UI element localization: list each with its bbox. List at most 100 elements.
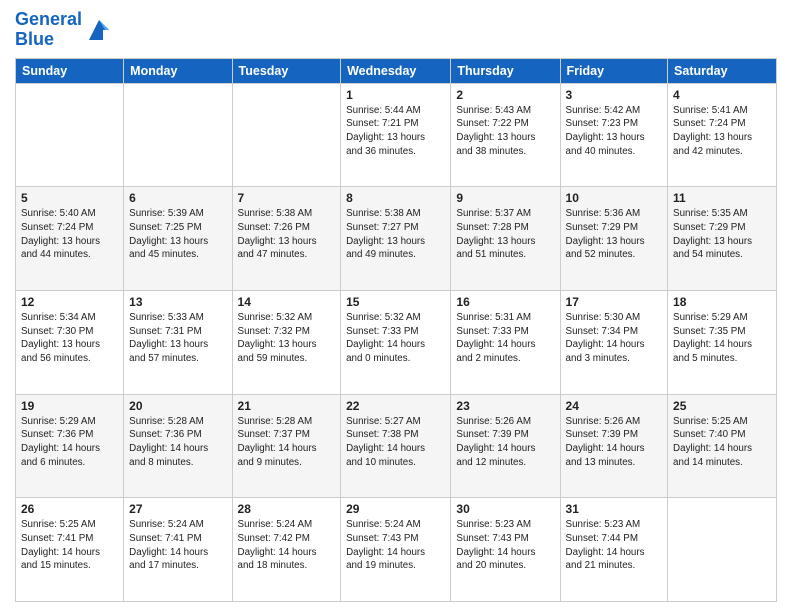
- day-number: 6: [129, 191, 226, 205]
- day-number: 12: [21, 295, 118, 309]
- day-info: Sunrise: 5:28 AM Sunset: 7:36 PM Dayligh…: [129, 415, 226, 470]
- day-info: Sunrise: 5:25 AM Sunset: 7:41 PM Dayligh…: [21, 518, 118, 573]
- day-number: 17: [566, 295, 663, 309]
- weekday-header-sunday: Sunday: [16, 58, 124, 83]
- weekday-header-monday: Monday: [124, 58, 232, 83]
- logo-text: General: [15, 10, 82, 30]
- day-number: 22: [346, 399, 445, 413]
- day-number: 9: [456, 191, 554, 205]
- calendar-cell: [232, 83, 341, 187]
- calendar-cell: 12 Sunrise: 5:34 AM Sunset: 7:30 PM Dayli…: [16, 290, 124, 394]
- calendar-cell: 15Sunrise: 5:32 AM Sunset: 7:33 PM Dayli…: [341, 290, 451, 394]
- calendar-cell: 27 Sunrise: 5:24 AM Sunset: 7:41 PM Dayli…: [124, 498, 232, 602]
- day-info: Sunrise: 5:28 AM Sunset: 7:37 PM Dayligh…: [238, 415, 336, 470]
- weekday-header-wednesday: Wednesday: [341, 58, 451, 83]
- weekday-header-tuesday: Tuesday: [232, 58, 341, 83]
- calendar-cell: 28 Sunrise: 5:24 AM Sunset: 7:42 PM Dayli…: [232, 498, 341, 602]
- logo: General Blue: [15, 10, 113, 50]
- weekday-header-saturday: Saturday: [668, 58, 777, 83]
- week-row-4: 19 Sunrise: 5:29 AM Sunset: 7:36 PM Dayli…: [16, 394, 777, 498]
- day-number: 2: [456, 88, 554, 102]
- logo-icon: [85, 16, 113, 44]
- calendar-cell: [668, 498, 777, 602]
- calendar-cell: 9 Sunrise: 5:37 AM Sunset: 7:28 PM Daylig…: [451, 187, 560, 291]
- calendar-cell: 1Sunrise: 5:44 AM Sunset: 7:21 PM Daylig…: [341, 83, 451, 187]
- day-number: 11: [673, 191, 771, 205]
- calendar-cell: 21 Sunrise: 5:28 AM Sunset: 7:37 PM Dayli…: [232, 394, 341, 498]
- calendar-cell: 13 Sunrise: 5:33 AM Sunset: 7:31 PM Dayli…: [124, 290, 232, 394]
- calendar-cell: 2 Sunrise: 5:43 AM Sunset: 7:22 PM Daylig…: [451, 83, 560, 187]
- day-number: 24: [566, 399, 663, 413]
- day-info: Sunrise: 5:24 AM Sunset: 7:43 PM Dayligh…: [346, 518, 445, 573]
- day-number: 28: [238, 502, 336, 516]
- day-number: 21: [238, 399, 336, 413]
- weekday-header-friday: Friday: [560, 58, 668, 83]
- day-info: Sunrise: 5:40 AM Sunset: 7:24 PM Dayligh…: [21, 207, 118, 262]
- calendar-cell: 5Sunrise: 5:40 AM Sunset: 7:24 PM Daylig…: [16, 187, 124, 291]
- calendar-cell: 29 Sunrise: 5:24 AM Sunset: 7:43 PM Dayli…: [341, 498, 451, 602]
- weekday-header-thursday: Thursday: [451, 58, 560, 83]
- day-info: Sunrise: 5:39 AM Sunset: 7:25 PM Dayligh…: [129, 207, 226, 262]
- day-info: Sunrise: 5:38 AM Sunset: 7:27 PM Dayligh…: [346, 207, 445, 262]
- calendar-cell: 10Sunrise: 5:36 AM Sunset: 7:29 PM Dayli…: [560, 187, 668, 291]
- day-number: 8: [346, 191, 445, 205]
- day-number: 30: [456, 502, 554, 516]
- day-info: Sunrise: 5:37 AM Sunset: 7:28 PM Dayligh…: [456, 207, 554, 262]
- calendar-cell: 17Sunrise: 5:30 AM Sunset: 7:34 PM Dayli…: [560, 290, 668, 394]
- day-number: 27: [129, 502, 226, 516]
- day-info: Sunrise: 5:25 AM Sunset: 7:40 PM Dayligh…: [673, 415, 771, 470]
- day-info: Sunrise: 5:29 AM Sunset: 7:35 PM Dayligh…: [673, 311, 771, 366]
- header: General Blue: [15, 10, 777, 50]
- calendar-cell: 26 Sunrise: 5:25 AM Sunset: 7:41 PM Dayli…: [16, 498, 124, 602]
- day-info: Sunrise: 5:42 AM Sunset: 7:23 PM Dayligh…: [566, 104, 663, 159]
- day-info: Sunrise: 5:34 AM Sunset: 7:30 PM Dayligh…: [21, 311, 118, 366]
- day-info: Sunrise: 5:33 AM Sunset: 7:31 PM Dayligh…: [129, 311, 226, 366]
- calendar-cell: 22 Sunrise: 5:27 AM Sunset: 7:38 PM Dayli…: [341, 394, 451, 498]
- day-number: 26: [21, 502, 118, 516]
- day-info: Sunrise: 5:24 AM Sunset: 7:41 PM Dayligh…: [129, 518, 226, 573]
- day-number: 19: [21, 399, 118, 413]
- day-info: Sunrise: 5:29 AM Sunset: 7:36 PM Dayligh…: [21, 415, 118, 470]
- calendar-cell: 18 Sunrise: 5:29 AM Sunset: 7:35 PM Dayli…: [668, 290, 777, 394]
- calendar-cell: 8 Sunrise: 5:38 AM Sunset: 7:27 PM Daylig…: [341, 187, 451, 291]
- day-number: 15: [346, 295, 445, 309]
- calendar-cell: 23 Sunrise: 5:26 AM Sunset: 7:39 PM Dayli…: [451, 394, 560, 498]
- day-info: Sunrise: 5:32 AM Sunset: 7:32 PM Dayligh…: [238, 311, 336, 366]
- day-number: 31: [566, 502, 663, 516]
- day-info: Sunrise: 5:31 AM Sunset: 7:33 PM Dayligh…: [456, 311, 554, 366]
- day-number: 3: [566, 88, 663, 102]
- day-info: Sunrise: 5:43 AM Sunset: 7:22 PM Dayligh…: [456, 104, 554, 159]
- calendar-cell: 24Sunrise: 5:26 AM Sunset: 7:39 PM Dayli…: [560, 394, 668, 498]
- day-number: 4: [673, 88, 771, 102]
- calendar-cell: 6 Sunrise: 5:39 AM Sunset: 7:25 PM Daylig…: [124, 187, 232, 291]
- calendar-cell: 31 Sunrise: 5:23 AM Sunset: 7:44 PM Dayli…: [560, 498, 668, 602]
- day-number: 18: [673, 295, 771, 309]
- day-number: 10: [566, 191, 663, 205]
- calendar-cell: 4Sunrise: 5:41 AM Sunset: 7:24 PM Daylig…: [668, 83, 777, 187]
- day-number: 14: [238, 295, 336, 309]
- day-info: Sunrise: 5:27 AM Sunset: 7:38 PM Dayligh…: [346, 415, 445, 470]
- day-info: Sunrise: 5:23 AM Sunset: 7:44 PM Dayligh…: [566, 518, 663, 573]
- calendar-cell: 25Sunrise: 5:25 AM Sunset: 7:40 PM Dayli…: [668, 394, 777, 498]
- logo-text2: Blue: [15, 30, 82, 50]
- day-number: 13: [129, 295, 226, 309]
- day-info: Sunrise: 5:44 AM Sunset: 7:21 PM Dayligh…: [346, 104, 445, 159]
- week-row-3: 12 Sunrise: 5:34 AM Sunset: 7:30 PM Dayli…: [16, 290, 777, 394]
- weekday-header-row: SundayMondayTuesdayWednesdayThursdayFrid…: [16, 58, 777, 83]
- day-number: 16: [456, 295, 554, 309]
- calendar-cell: 19 Sunrise: 5:29 AM Sunset: 7:36 PM Dayli…: [16, 394, 124, 498]
- day-info: Sunrise: 5:24 AM Sunset: 7:42 PM Dayligh…: [238, 518, 336, 573]
- day-info: Sunrise: 5:26 AM Sunset: 7:39 PM Dayligh…: [456, 415, 554, 470]
- day-number: 29: [346, 502, 445, 516]
- calendar-cell: 7 Sunrise: 5:38 AM Sunset: 7:26 PM Daylig…: [232, 187, 341, 291]
- calendar-cell: [124, 83, 232, 187]
- day-info: Sunrise: 5:23 AM Sunset: 7:43 PM Dayligh…: [456, 518, 554, 573]
- day-info: Sunrise: 5:38 AM Sunset: 7:26 PM Dayligh…: [238, 207, 336, 262]
- day-number: 23: [456, 399, 554, 413]
- day-info: Sunrise: 5:35 AM Sunset: 7:29 PM Dayligh…: [673, 207, 771, 262]
- calendar-cell: [16, 83, 124, 187]
- day-number: 7: [238, 191, 336, 205]
- calendar-cell: 14 Sunrise: 5:32 AM Sunset: 7:32 PM Dayli…: [232, 290, 341, 394]
- calendar-cell: 3 Sunrise: 5:42 AM Sunset: 7:23 PM Daylig…: [560, 83, 668, 187]
- calendar-cell: 11 Sunrise: 5:35 AM Sunset: 7:29 PM Dayli…: [668, 187, 777, 291]
